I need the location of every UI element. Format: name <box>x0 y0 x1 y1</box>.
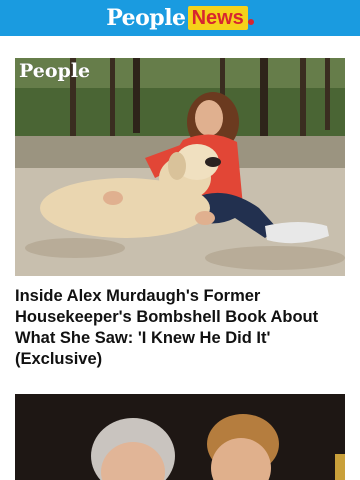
article-image[interactable]: People <box>15 58 345 276</box>
article-headline[interactable]: Inside Alex Murdaugh's Former Housekeepe… <box>15 286 345 370</box>
brand-people-text: People <box>106 5 186 31</box>
article-image[interactable] <box>15 394 345 480</box>
woman-with-dog-photo <box>15 92 345 276</box>
people-watermark-logo: People <box>19 60 91 82</box>
article-card[interactable] <box>15 394 345 480</box>
two-men-photo <box>15 394 345 480</box>
people-news-logo[interactable]: People News <box>106 5 254 31</box>
brand-dot-icon <box>247 19 254 25</box>
article-card[interactable]: People Inside Alex Murdaugh's Former Hou… <box>15 58 345 370</box>
top-bar: People News <box>0 0 360 36</box>
brand-news-badge: News <box>187 6 248 30</box>
